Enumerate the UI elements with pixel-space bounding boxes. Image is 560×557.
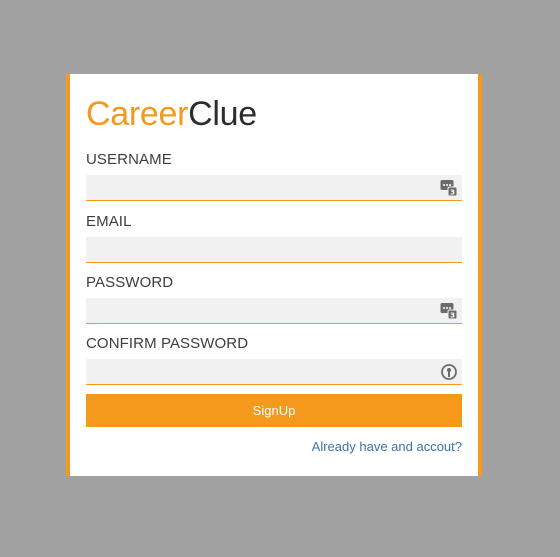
confirm-password-label: CONFIRM PASSWORD: [86, 335, 249, 352]
app-logo: CareerClue: [86, 93, 257, 135]
password-label: PASSWORD: [86, 274, 174, 291]
username-input[interactable]: [86, 175, 462, 201]
logo-clue: Clue: [188, 95, 257, 133]
password-input[interactable]: [86, 298, 462, 324]
email-input[interactable]: [86, 237, 462, 263]
username-label: USERNAME: [86, 151, 172, 168]
svg-text:3: 3: [450, 189, 455, 197]
email-label: EMAIL: [86, 213, 132, 230]
svg-text:3: 3: [450, 312, 455, 320]
signup-card: CareerClue USERNAME 3 EMAIL PASSWORD 3 C…: [66, 74, 482, 476]
signup-button[interactable]: SignUp: [86, 394, 462, 427]
password-manager-icon[interactable]: 3: [440, 302, 458, 320]
confirm-password-input[interactable]: [86, 359, 462, 385]
password-manager-icon[interactable]: 3: [440, 179, 458, 197]
key-lock-icon[interactable]: [440, 363, 458, 381]
login-link[interactable]: Already have and accout?: [312, 439, 462, 454]
logo-career: Career: [86, 95, 189, 133]
